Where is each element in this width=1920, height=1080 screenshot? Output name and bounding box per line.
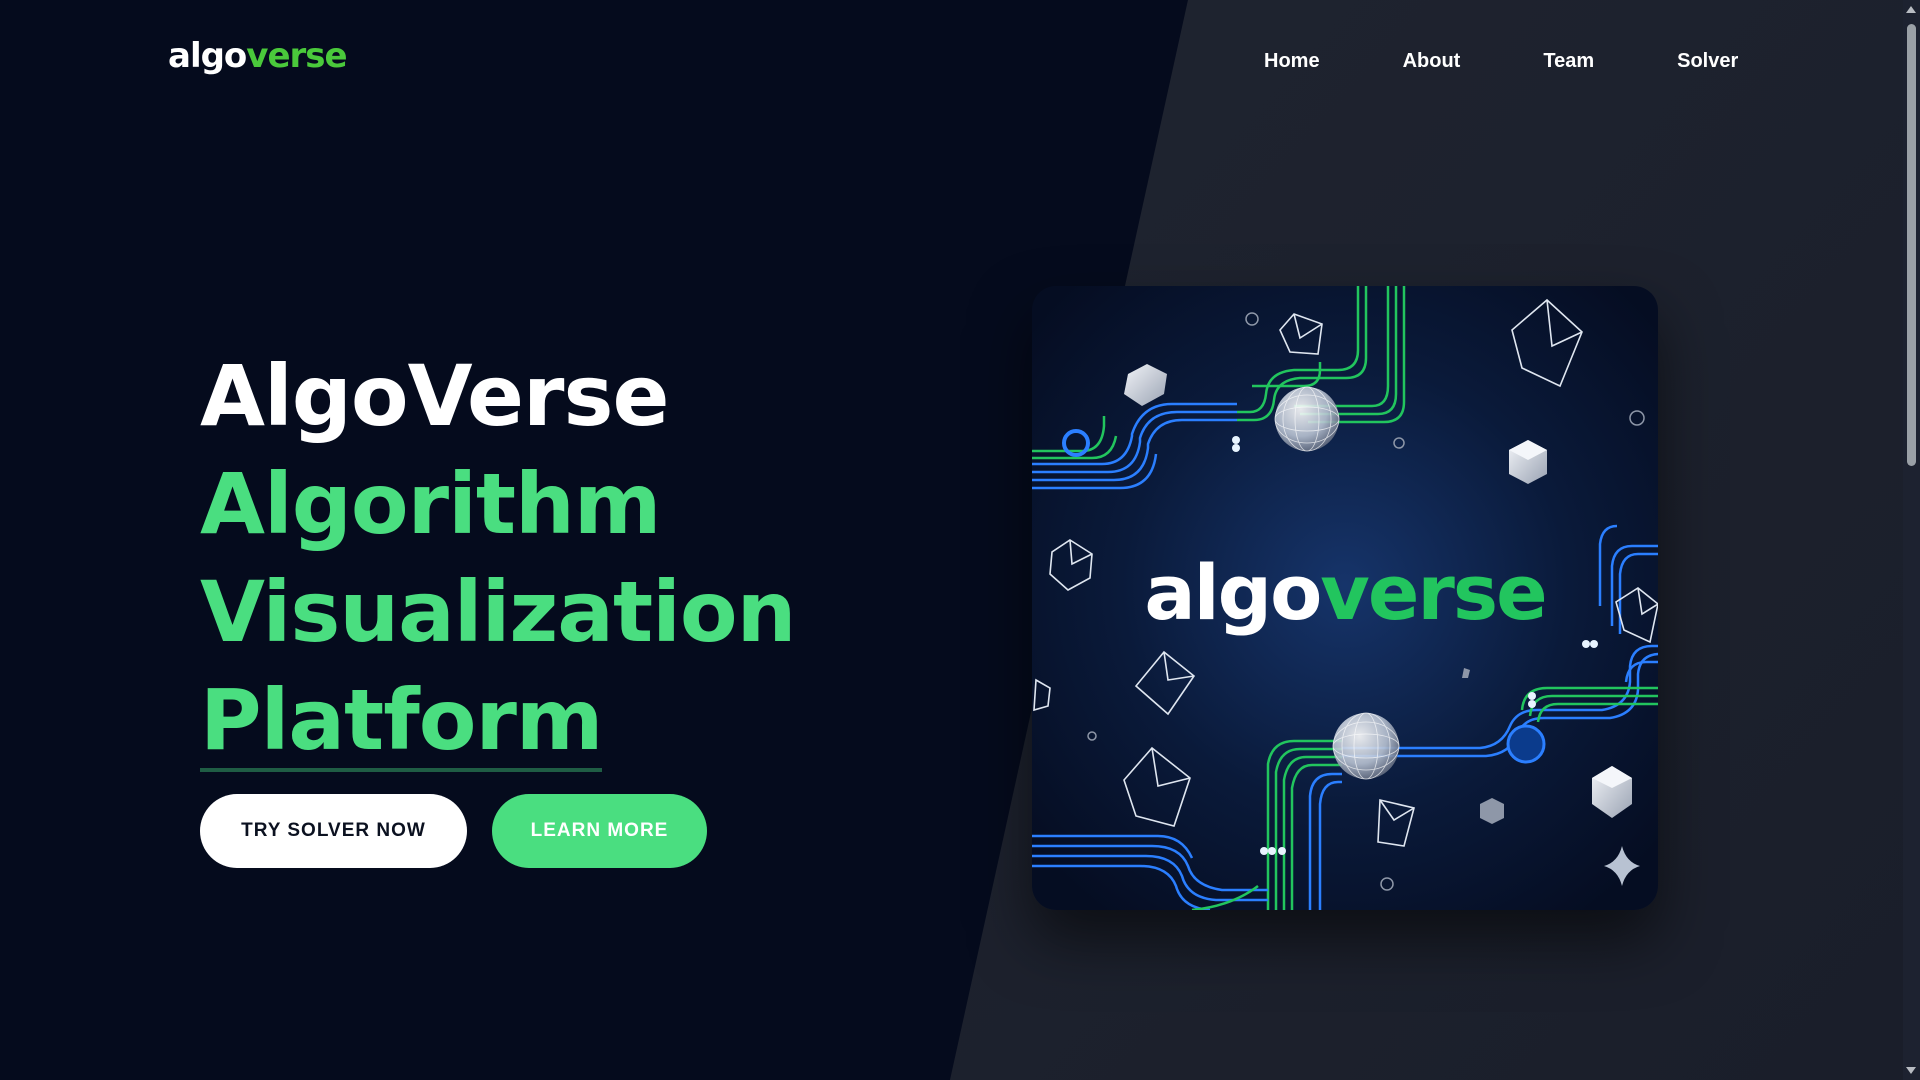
card-logo: algoverse — [1032, 548, 1658, 637]
hero-title-line4: Platform — [200, 672, 603, 772]
nav-solver[interactable]: Solver — [1673, 48, 1742, 75]
card-logo-part1: algo — [1144, 548, 1322, 637]
logo-text-part2: verse — [246, 36, 347, 76]
nav-team[interactable]: Team — [1539, 48, 1598, 75]
page-scrollbar[interactable] — [1903, 0, 1920, 1080]
logo-text-part1: algo — [168, 36, 247, 76]
try-solver-button[interactable]: TRY SOLVER NOW — [200, 794, 467, 868]
hero-title: AlgoVerse Algorithm Visualization Platfo… — [200, 342, 796, 774]
nav-home[interactable]: Home — [1260, 48, 1324, 75]
scroll-up-icon[interactable] — [1906, 6, 1916, 13]
scroll-thumb[interactable] — [1907, 24, 1916, 466]
scroll-down-icon[interactable] — [1906, 1067, 1916, 1074]
main-nav: Home About Team Solver — [1260, 48, 1742, 75]
brand-logo[interactable]: algoverse — [168, 36, 348, 76]
hero-image-card: algoverse — [1032, 286, 1658, 910]
learn-more-button[interactable]: LEARN MORE — [492, 794, 707, 868]
hero-title-line3: Visualization — [200, 563, 796, 661]
hero-title-line1: AlgoVerse — [200, 347, 669, 445]
wire-sphere-2 — [1332, 712, 1400, 780]
hero-title-line2: Algorithm — [200, 455, 661, 553]
wire-sphere-1 — [1274, 386, 1340, 452]
card-logo-part2: verse — [1320, 548, 1547, 637]
nav-about[interactable]: About — [1399, 48, 1465, 75]
